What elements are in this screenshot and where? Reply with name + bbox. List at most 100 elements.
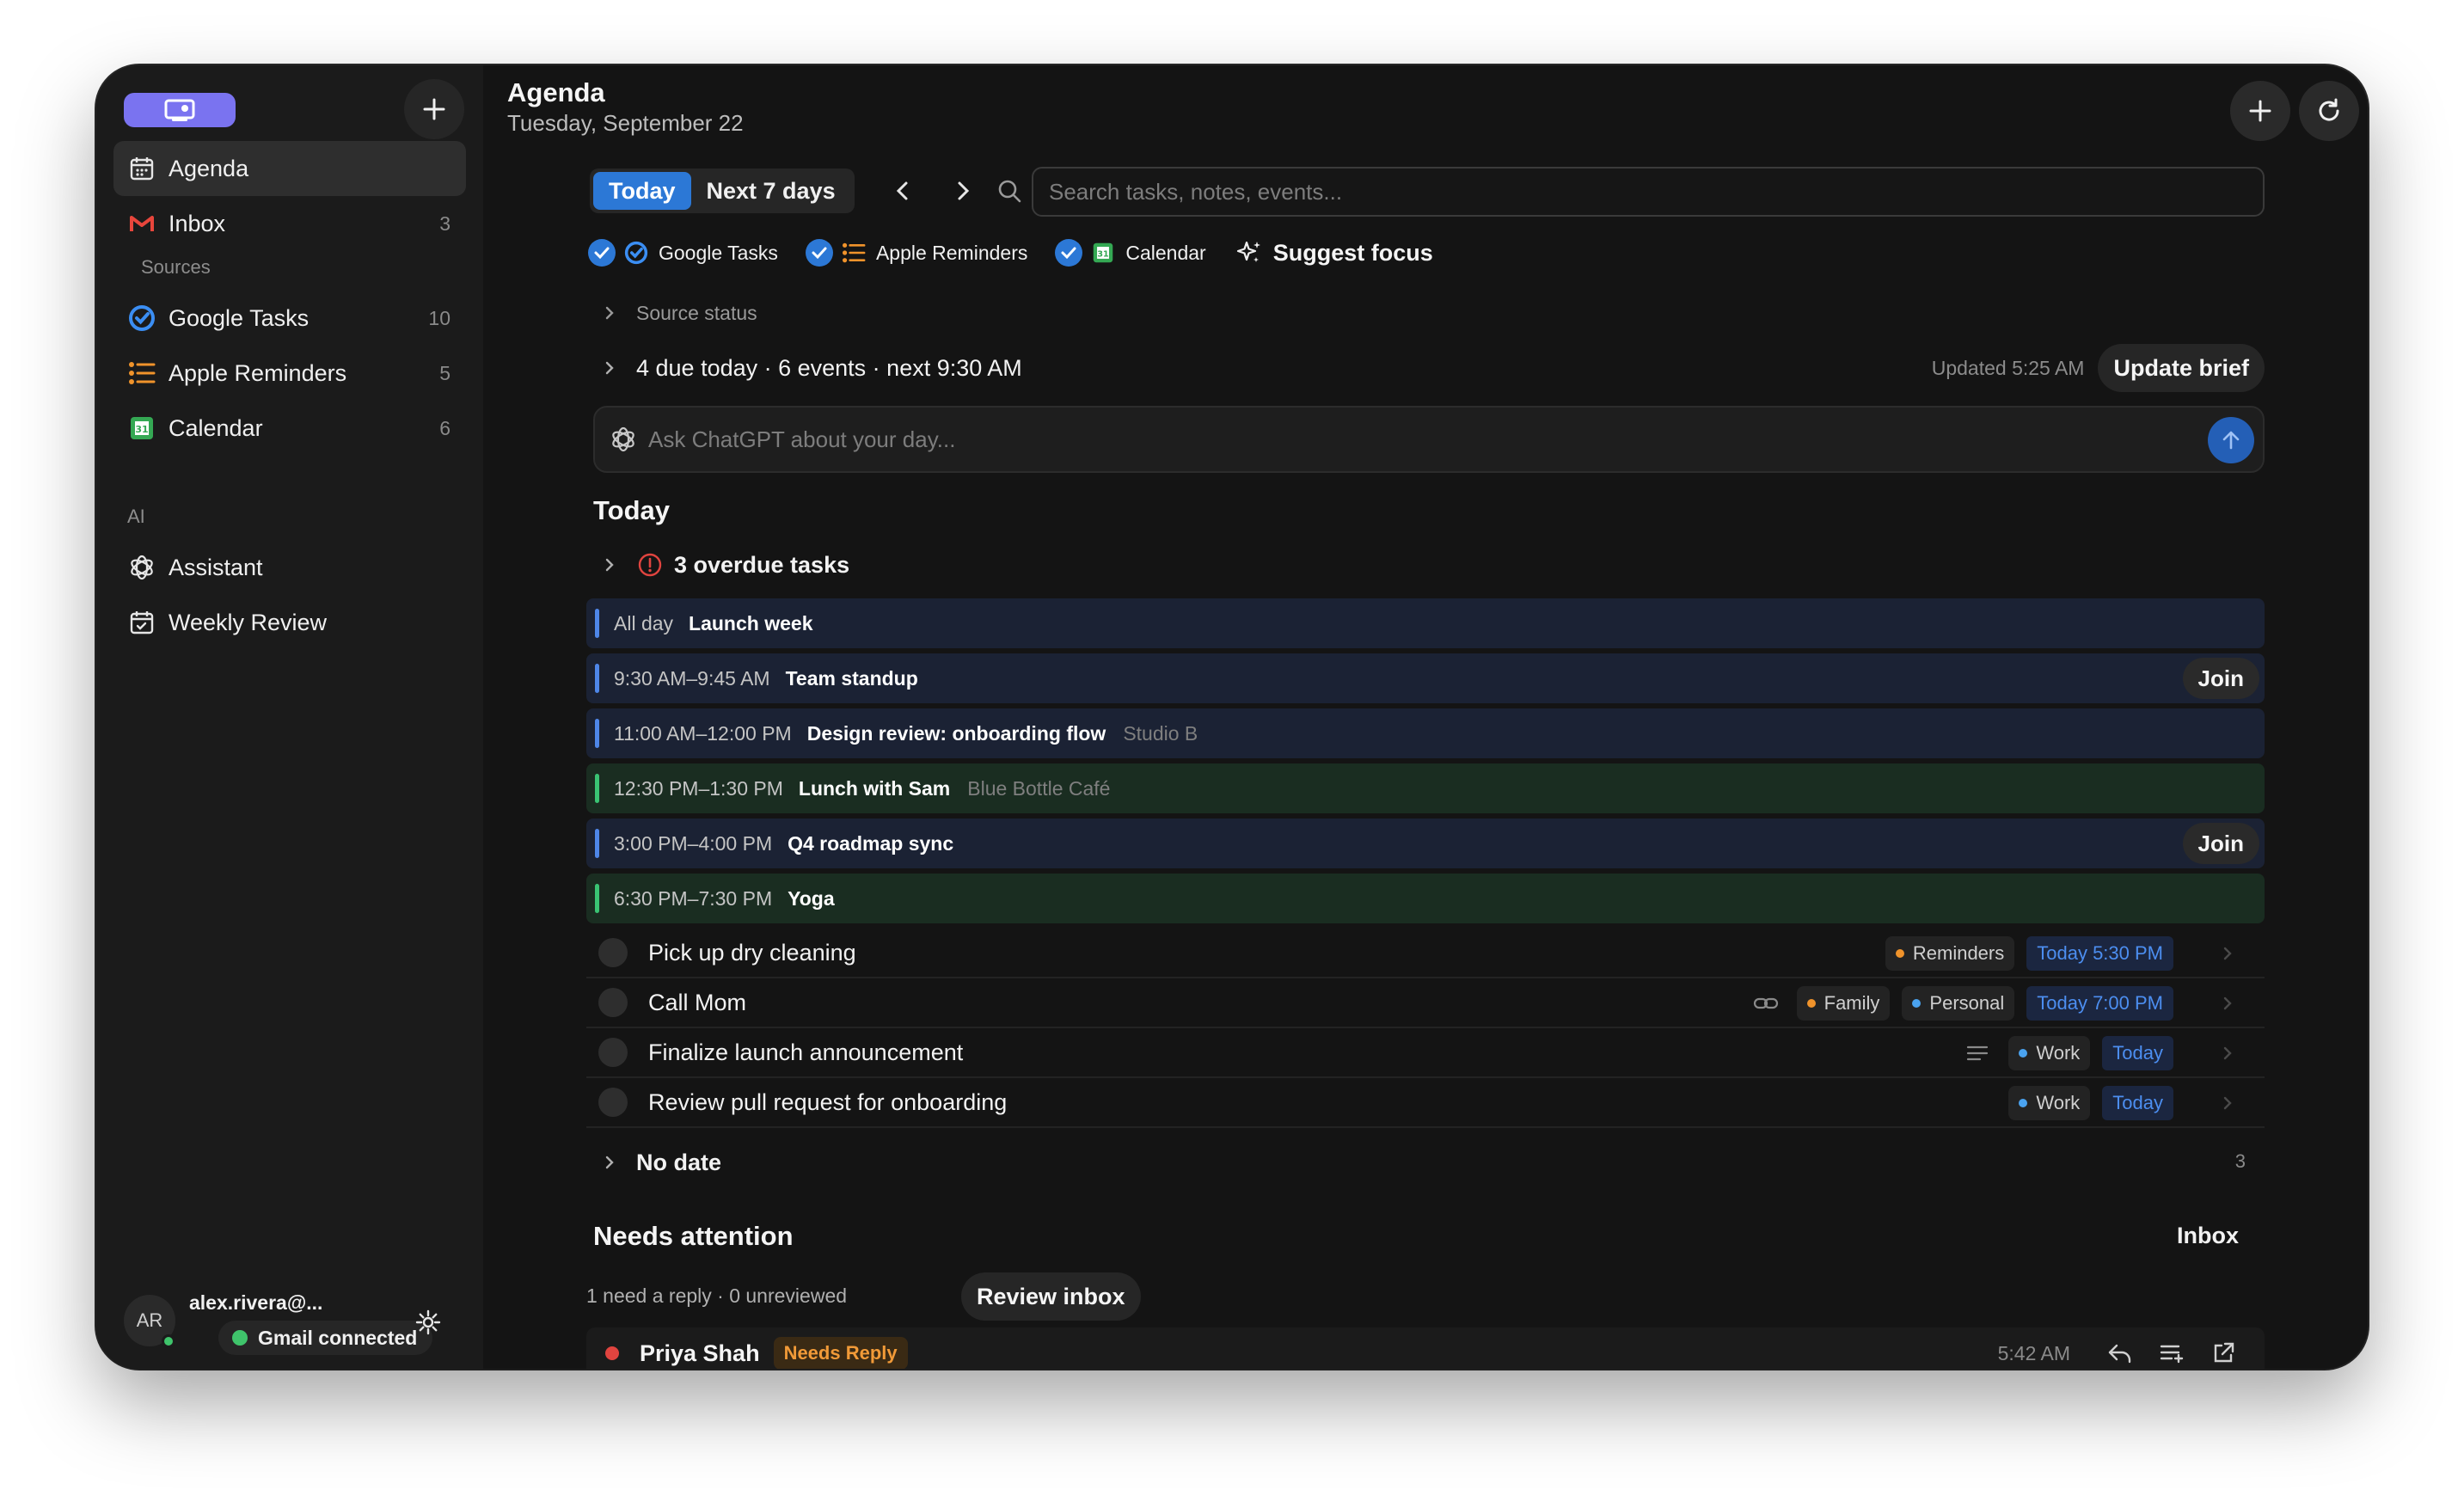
workspace-switcher-button[interactable] bbox=[124, 93, 236, 127]
task-due-date[interactable]: Today 5:30 PM bbox=[2026, 936, 2173, 971]
task-complete-checkbox[interactable] bbox=[598, 1038, 628, 1067]
no-date-toggle[interactable]: No date bbox=[600, 1143, 721, 1181]
sidebar-item-apple-reminders[interactable]: Apple Reminders 5 bbox=[113, 346, 466, 401]
next-day-button[interactable] bbox=[944, 172, 982, 210]
ai-section-label: AI bbox=[127, 506, 145, 527]
event-row[interactable]: 6:30 PM–7:30 PM Yoga bbox=[586, 874, 2265, 923]
event-color-bar bbox=[595, 774, 599, 803]
suggest-focus-button[interactable]: Suggest focus bbox=[1234, 237, 1433, 268]
tag-color-dot bbox=[1806, 999, 1816, 1008]
join-meeting-button[interactable]: Join bbox=[2182, 658, 2259, 699]
checkbox-checked-icon[interactable] bbox=[1055, 239, 1083, 267]
overdue-toggle[interactable]: 3 overdue tasks bbox=[600, 547, 849, 583]
event-title: Design review: onboarding flow bbox=[806, 721, 1106, 745]
new-item-button[interactable] bbox=[404, 79, 464, 139]
task-due-date[interactable]: Today 7:00 PM bbox=[2026, 986, 2173, 1021]
ask-input[interactable] bbox=[648, 426, 2263, 453]
event-time: 6:30 PM–7:30 PM bbox=[614, 886, 773, 910]
chevron-right-icon[interactable] bbox=[2211, 1095, 2244, 1111]
message-sender: Priya Shah bbox=[640, 1340, 760, 1366]
range-next-7-days-button[interactable]: Next 7 days bbox=[691, 172, 851, 210]
event-row[interactable]: 11:00 AM–12:00 PM Design review: onboard… bbox=[586, 708, 2265, 758]
event-color-bar bbox=[595, 664, 599, 693]
search-input[interactable] bbox=[1049, 178, 2263, 205]
chevron-right-icon bbox=[600, 359, 619, 377]
review-inbox-button[interactable]: Review inbox bbox=[961, 1272, 1141, 1321]
sidebar-item-inbox[interactable]: Inbox 3 bbox=[113, 196, 466, 251]
task-meta: Work Today bbox=[1962, 1028, 2244, 1078]
join-meeting-button[interactable]: Join bbox=[2182, 823, 2259, 864]
notes-icon[interactable] bbox=[1962, 1038, 1993, 1069]
filter-google-tasks[interactable]: Google Tasks bbox=[588, 239, 778, 267]
sidebar-item-google-tasks[interactable]: Google Tasks 10 bbox=[113, 291, 466, 346]
event-color-bar bbox=[595, 829, 599, 858]
needs-reply-badge: Needs Reply bbox=[773, 1337, 908, 1369]
svg-text:31: 31 bbox=[1098, 249, 1109, 259]
openai-icon bbox=[609, 425, 638, 454]
task-tag: Personal bbox=[1902, 986, 2015, 1021]
message-row[interactable]: Priya Shah Needs Reply 5:42 AM bbox=[586, 1327, 2265, 1369]
task-row[interactable]: Pick up dry cleaning Reminders Today 5:3… bbox=[586, 929, 2265, 978]
event-row[interactable]: All day Launch week bbox=[586, 598, 2265, 648]
checkbox-checked-icon[interactable] bbox=[805, 239, 833, 267]
task-due-date[interactable]: Today bbox=[2102, 1086, 2173, 1120]
sidebar-item-agenda[interactable]: Agenda bbox=[113, 141, 466, 196]
checkbox-checked-icon[interactable] bbox=[588, 239, 616, 267]
tag-label: Personal bbox=[1929, 992, 2005, 1014]
reply-icon[interactable] bbox=[2105, 1338, 2136, 1369]
send-button[interactable] bbox=[2208, 417, 2254, 463]
event-row[interactable]: 3:00 PM–4:00 PM Q4 roadmap sync Join bbox=[586, 819, 2265, 868]
link-icon[interactable] bbox=[1750, 988, 1781, 1019]
task-tag: Family bbox=[1796, 986, 1891, 1021]
chevron-right-icon[interactable] bbox=[2211, 946, 2244, 961]
filter-calendar[interactable]: 31 Calendar bbox=[1055, 239, 1206, 267]
chevron-right-icon[interactable] bbox=[2211, 996, 2244, 1011]
brief-updated-time: Updated 5:25 AM bbox=[1931, 356, 2085, 379]
no-date-count: 3 bbox=[2234, 1150, 2246, 1172]
google-calendar-icon: 31 bbox=[127, 414, 156, 443]
task-row[interactable]: Review pull request for onboarding Work … bbox=[586, 1078, 2265, 1128]
sidebar-item-calendar[interactable]: 31 Calendar 6 bbox=[113, 401, 466, 456]
chevron-right-icon[interactable] bbox=[2211, 1045, 2244, 1061]
inbox-count: 3 bbox=[439, 212, 451, 235]
event-row[interactable]: 12:30 PM–1:30 PM Lunch with Sam Blue Bot… bbox=[586, 763, 2265, 813]
task-row[interactable]: Finalize launch announcement Work Today bbox=[586, 1028, 2265, 1078]
online-status-dot bbox=[162, 1334, 175, 1348]
task-due-date[interactable]: Today bbox=[2102, 1036, 2173, 1070]
update-brief-button[interactable]: Update brief bbox=[2098, 344, 2265, 392]
sparkles-icon bbox=[1234, 237, 1265, 268]
task-complete-checkbox[interactable] bbox=[598, 1088, 628, 1117]
event-row[interactable]: 9:30 AM–9:45 AM Team standup Join bbox=[586, 653, 2265, 703]
event-title: Team standup bbox=[785, 666, 918, 690]
range-today-button[interactable]: Today bbox=[593, 172, 691, 210]
event-title: Yoga bbox=[788, 886, 835, 910]
sidebar-item-weekly-review[interactable]: Weekly Review bbox=[113, 595, 466, 650]
filter-apple-reminders[interactable]: Apple Reminders bbox=[805, 239, 1027, 267]
today-heading: Today bbox=[593, 495, 670, 525]
task-complete-checkbox[interactable] bbox=[598, 988, 628, 1017]
calendar-count: 6 bbox=[439, 416, 451, 439]
brief-toggle[interactable]: 4 due today · 6 events · next 9:30 AM bbox=[600, 351, 1022, 385]
event-location: Studio B bbox=[1123, 721, 1198, 745]
message-time: 5:42 AM bbox=[1997, 1341, 2070, 1364]
open-external-icon[interactable] bbox=[2208, 1338, 2239, 1369]
source-status-toggle[interactable]: Source status bbox=[600, 297, 757, 328]
inbox-link[interactable]: Inbox bbox=[2177, 1223, 2239, 1249]
settings-gear-icon[interactable] bbox=[413, 1307, 444, 1338]
search-field bbox=[1032, 167, 2265, 217]
gmail-status-badge: Gmail connected bbox=[218, 1321, 433, 1355]
event-time: 3:00 PM–4:00 PM bbox=[614, 831, 773, 855]
task-title: Review pull request for onboarding bbox=[648, 1088, 1008, 1115]
previous-day-button[interactable] bbox=[884, 172, 922, 210]
tag-label: Work bbox=[2036, 1042, 2081, 1064]
sidebar-item-assistant[interactable]: Assistant bbox=[113, 540, 466, 595]
user-account[interactable]: AR alex.rivera@... Gmail connected bbox=[124, 1286, 468, 1355]
search-icon bbox=[990, 172, 1028, 210]
task-row[interactable]: Call Mom Family Personal Today 7:00 PM bbox=[586, 978, 2265, 1028]
create-task-icon[interactable] bbox=[2156, 1338, 2187, 1369]
task-complete-checkbox[interactable] bbox=[598, 938, 628, 967]
add-button[interactable] bbox=[2230, 81, 2290, 141]
range-toggle: Today Next 7 days bbox=[590, 169, 855, 213]
refresh-button[interactable] bbox=[2299, 81, 2359, 141]
workspace-icon bbox=[164, 99, 195, 121]
